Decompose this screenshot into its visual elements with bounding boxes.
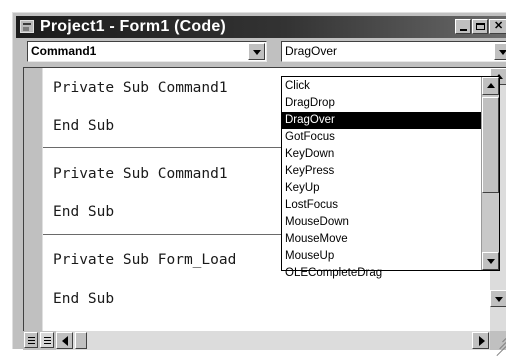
code-line[interactable]: End Sub: [53, 291, 114, 307]
dropdown-scroll-down-button[interactable]: [482, 252, 499, 270]
object-combo-value: Command1: [31, 44, 96, 58]
horizontal-scroll-thumb[interactable]: [75, 332, 87, 349]
list-item[interactable]: DragDrop: [282, 95, 481, 112]
arrow-down-icon: [487, 259, 495, 264]
object-combo[interactable]: Command1: [27, 41, 267, 62]
breakpoint-margin[interactable]: [24, 68, 43, 331]
list-item[interactable]: DragOver: [282, 112, 481, 129]
procedure-dropdown-list[interactable]: Click DragDrop DragOver GotFocus KeyDown…: [281, 76, 500, 271]
event-list: Click DragDrop DragOver GotFocus KeyDown…: [282, 78, 481, 282]
procedure-combo[interactable]: DragOver: [281, 41, 506, 62]
code-line[interactable]: Private Sub Command1: [53, 80, 228, 96]
chevron-down-icon: [253, 50, 261, 55]
full-module-view-button[interactable]: [40, 332, 54, 348]
code-line[interactable]: Private Sub Form_Load: [53, 252, 236, 268]
list-item[interactable]: KeyDown: [282, 146, 481, 163]
procedure-view-icon: [28, 337, 35, 344]
resize-grip-icon[interactable]: [491, 333, 506, 349]
scroll-down-button[interactable]: [490, 290, 506, 307]
horizontal-scrollbar[interactable]: [56, 331, 490, 350]
scroll-left-button[interactable]: [56, 332, 73, 349]
close-button[interactable]: ✕: [489, 19, 506, 34]
list-item[interactable]: OLECompleteDrag: [282, 265, 481, 282]
dropdown-scrollbar[interactable]: [481, 77, 499, 270]
window-title: Project1 - Form1 (Code): [40, 18, 226, 36]
list-item[interactable]: KeyUp: [282, 180, 481, 197]
arrow-down-icon: [495, 297, 503, 302]
minimize-icon: [460, 29, 467, 31]
list-item[interactable]: GotFocus: [282, 129, 481, 146]
minimize-button[interactable]: [455, 19, 471, 34]
procedure-view-button[interactable]: [24, 332, 38, 348]
maximize-icon: [476, 23, 485, 30]
dropdown-scroll-thumb[interactable]: [482, 97, 499, 193]
procedure-combo-value: DragOver: [285, 44, 337, 58]
chevron-down-icon: [499, 50, 506, 55]
dropdown-scroll-up-button[interactable]: [482, 77, 499, 95]
object-combo-dropdown-button[interactable]: [248, 43, 265, 60]
close-icon: ✕: [494, 21, 503, 32]
list-item[interactable]: Click: [282, 78, 481, 95]
project-window-icon[interactable]: [20, 20, 34, 33]
code-line[interactable]: Private Sub Command1: [53, 166, 228, 182]
scroll-right-button[interactable]: [472, 332, 489, 349]
arrow-right-icon: [479, 336, 485, 346]
list-item[interactable]: MouseDown: [282, 214, 481, 231]
list-item[interactable]: MouseMove: [282, 231, 481, 248]
arrow-left-icon: [62, 336, 68, 346]
procedure-combo-dropdown-button[interactable]: [494, 43, 506, 60]
code-line[interactable]: End Sub: [53, 118, 114, 134]
title-bar[interactable]: Project1 - Form1 (Code) ✕: [16, 16, 506, 38]
arrow-up-icon: [487, 83, 495, 88]
maximize-button[interactable]: [472, 19, 488, 34]
code-line[interactable]: End Sub: [53, 204, 114, 220]
full-module-view-icon: [44, 337, 51, 344]
list-item[interactable]: MouseUp: [282, 248, 481, 265]
bottom-bar: [23, 331, 506, 350]
list-item[interactable]: KeyPress: [282, 163, 481, 180]
list-item[interactable]: LostFocus: [282, 197, 481, 214]
